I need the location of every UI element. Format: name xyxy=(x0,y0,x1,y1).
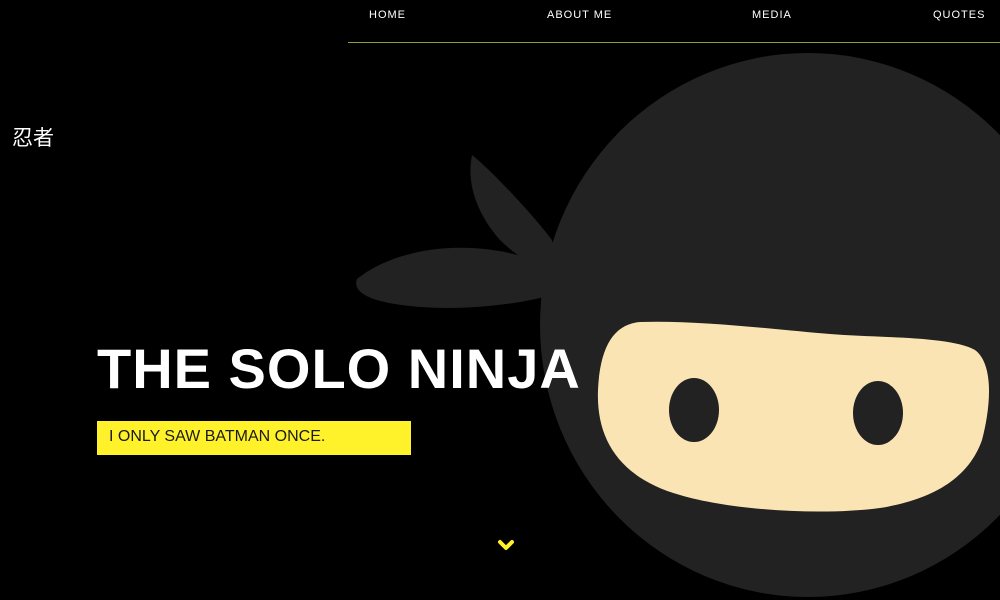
top-nav: HOME ABOUT ME MEDIA QUOTES xyxy=(348,0,1000,43)
site-logo[interactable]: 忍者 xyxy=(12,122,54,152)
chevron-down-icon xyxy=(498,540,514,550)
hero-title: THE SOLO NINJA xyxy=(97,337,581,400)
ninja-illustration xyxy=(356,53,1000,597)
scroll-down-button[interactable] xyxy=(497,539,515,553)
hero-tagline: I ONLY SAW BATMAN ONCE. xyxy=(97,421,411,455)
nav-quotes-link[interactable]: QUOTES xyxy=(933,9,985,21)
nav-media-link[interactable]: MEDIA xyxy=(752,9,792,21)
nav-home-link[interactable]: HOME xyxy=(369,9,406,21)
tagline-text: I ONLY SAW BATMAN ONCE. xyxy=(109,428,326,445)
nav-about-me-link[interactable]: ABOUT ME xyxy=(547,9,612,21)
